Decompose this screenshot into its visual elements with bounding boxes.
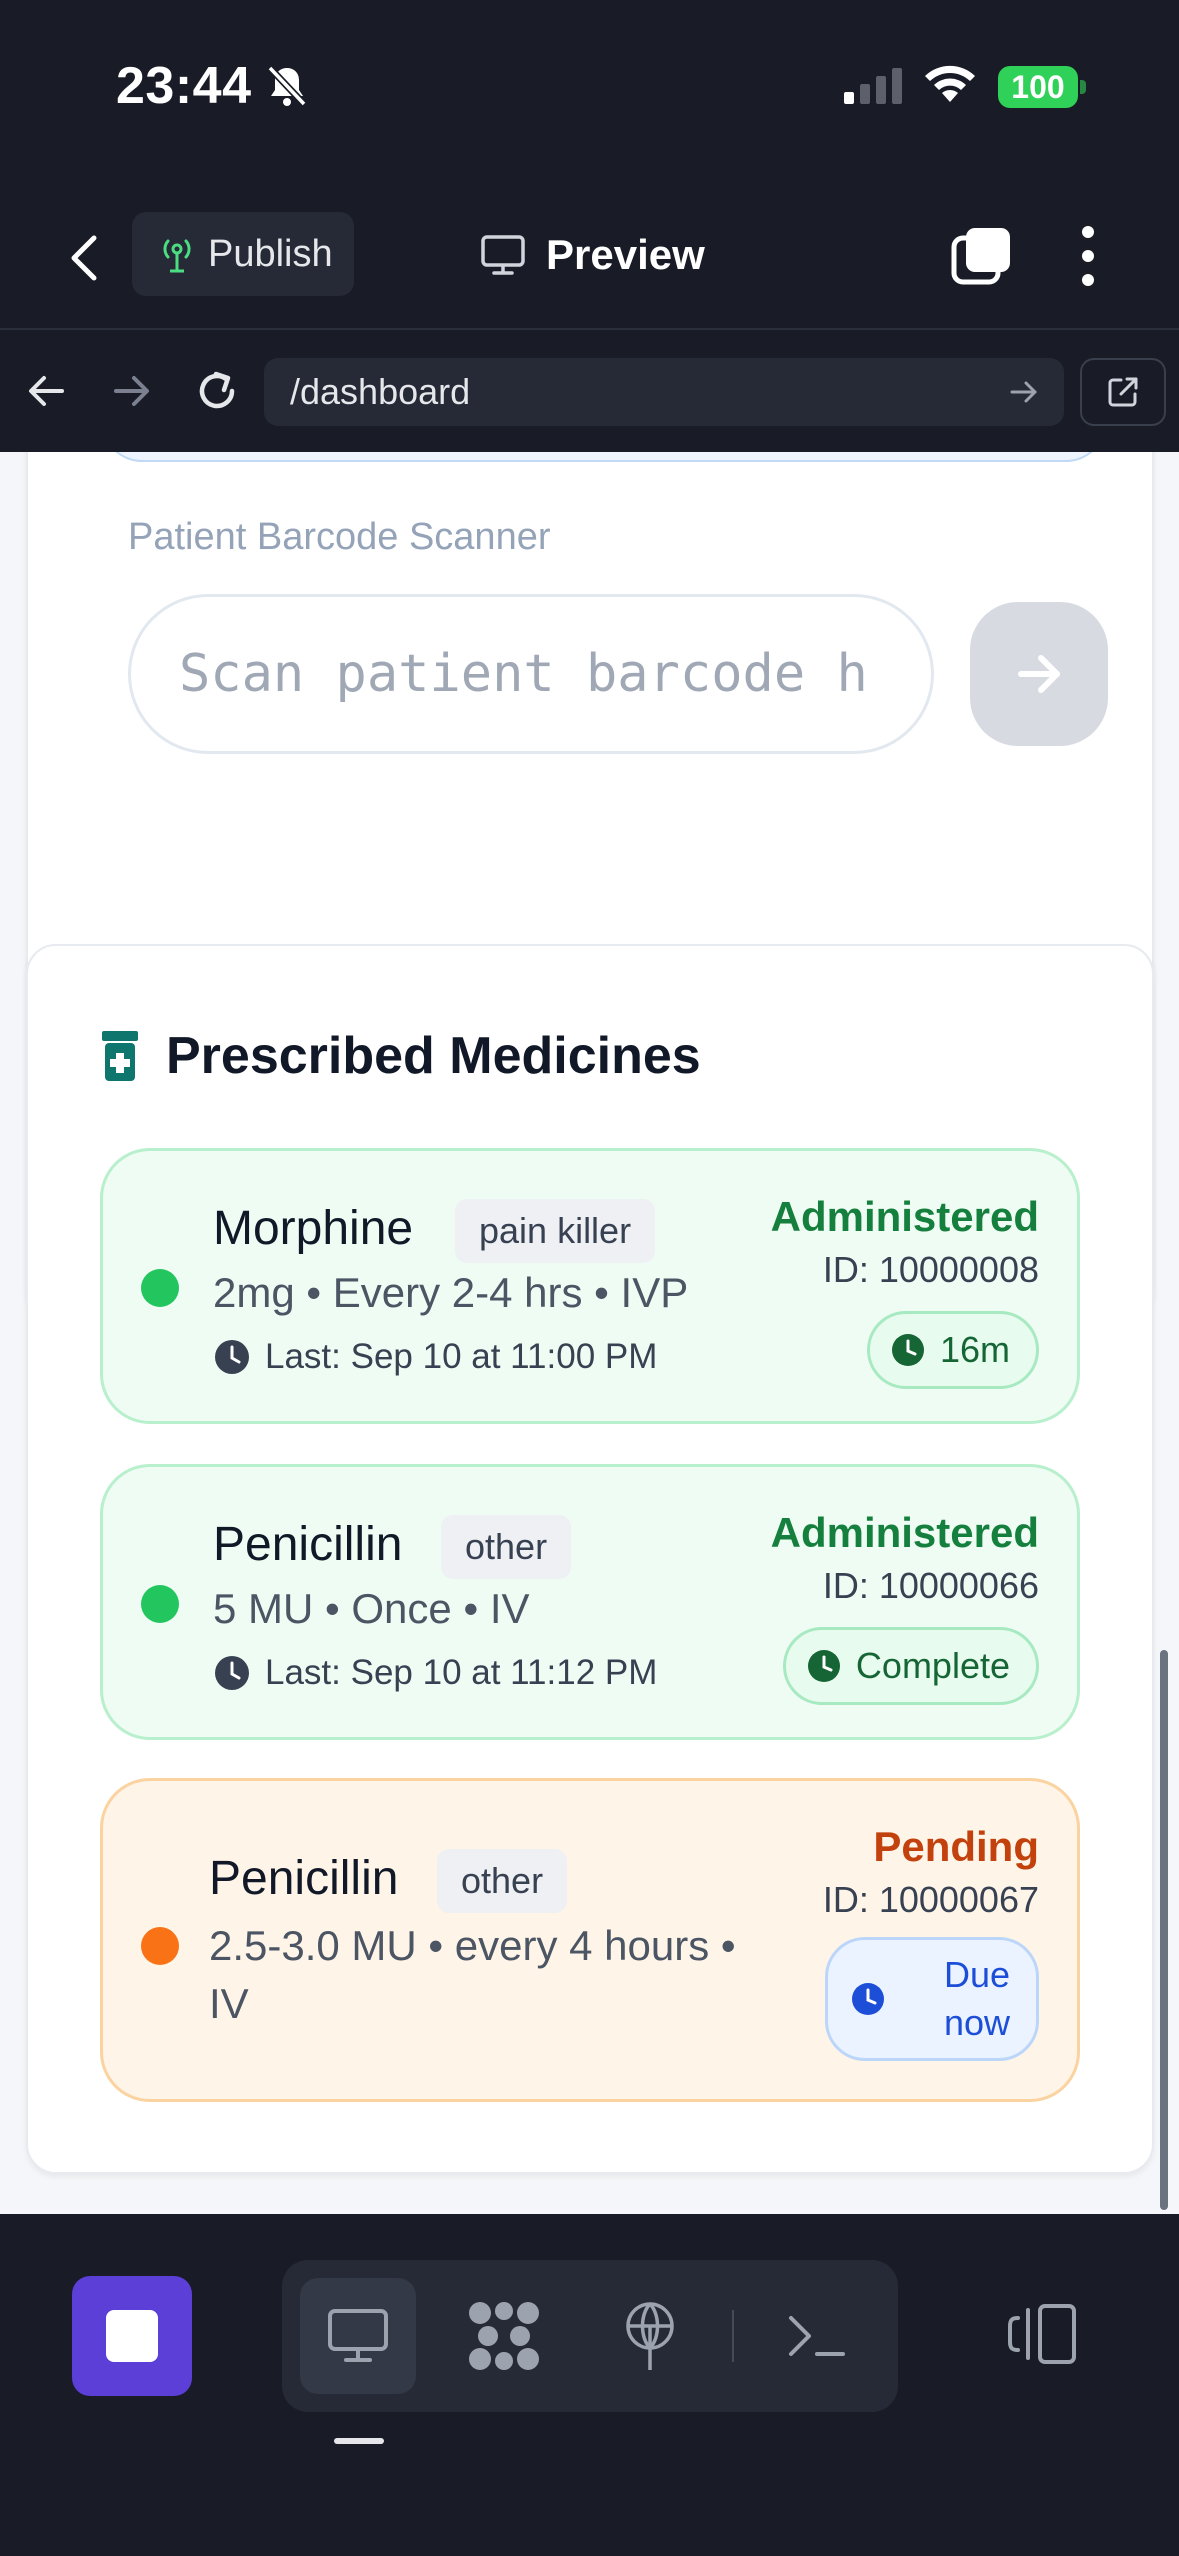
medicines-header: Prescribed Medicines <box>100 1026 701 1086</box>
medicine-status: Administered <box>770 1509 1039 1556</box>
active-tab-indicator <box>334 2438 384 2444</box>
stop-icon <box>106 2310 158 2362</box>
battery-level: 100 <box>1011 68 1065 105</box>
toolbar-divider <box>732 2310 734 2362</box>
battery-cap <box>1080 80 1086 94</box>
due-text: Due now <box>944 1951 1010 2047</box>
medicine-card[interactable]: Penicillin other 5 MU • Once • IV Last: … <box>100 1464 1080 1740</box>
medicine-dose: 2mg • Every 2-4 hrs • IVP <box>213 1269 689 1316</box>
open-external-button[interactable] <box>1080 358 1166 426</box>
last-administered-text: Last: Sep 10 at 11:12 PM <box>265 1653 658 1692</box>
publish-button[interactable]: Publish <box>132 212 354 296</box>
external-link-icon <box>1108 377 1138 407</box>
deploy-view-button[interactable] <box>592 2278 708 2394</box>
due-badge: Due now <box>824 1937 1039 2061</box>
last-administered-text: Last: Sep 10 at 11:00 PM <box>265 1337 658 1376</box>
clock-icon <box>851 1983 884 2015</box>
due-text-line: Due <box>943 1954 1010 1995</box>
tabs-icon[interactable] <box>950 224 1014 288</box>
view-switcher <box>282 2260 898 2412</box>
barcode-placeholder: Scan patient barcode h <box>179 644 868 704</box>
arrow-right-icon <box>1018 655 1060 693</box>
status-dot <box>141 1585 179 1623</box>
bottom-toolbar <box>0 2214 1179 2556</box>
cellular-signal-icon <box>844 68 902 104</box>
dashboard-content: Patient Barcode Scanner Scan patient bar… <box>0 452 1179 2214</box>
timer-text: 16m <box>939 1329 1010 1370</box>
publish-antenna-icon <box>163 239 191 273</box>
medicine-name: Penicillin <box>213 1518 403 1571</box>
publish-label: Publish <box>208 232 333 275</box>
preview-label: Preview <box>546 231 705 278</box>
status-dot <box>141 1269 179 1307</box>
medicine-status: Administered <box>770 1193 1039 1240</box>
medicine-dose: 2.5-3.0 MU • every 4 hours • IV <box>209 1917 736 2033</box>
timer-text: Complete <box>855 1645 1010 1686</box>
info-panel <box>102 452 1106 462</box>
console-view-button[interactable] <box>758 2278 874 2394</box>
clock-icon <box>891 1334 924 1366</box>
clock-icon <box>215 1656 249 1690</box>
scanner-label: Patient Barcode Scanner <box>128 516 551 558</box>
medicine-id: ID: 10000066 <box>822 1565 1039 1606</box>
medicine-category-tag: other <box>441 1515 572 1579</box>
last-administered: Last: Sep 10 at 11:00 PM <box>213 1337 657 1377</box>
prescribed-medicines-card: Prescribed Medicines Morphine pain kille… <box>26 944 1154 2174</box>
medicine-category-tag: other <box>437 1849 568 1913</box>
more-vertical-icon[interactable] <box>1078 224 1098 288</box>
preview-view-button[interactable] <box>300 2278 416 2394</box>
back-chevron-icon[interactable] <box>60 228 110 288</box>
due-text-line: now <box>943 2002 1010 2043</box>
arrow-right-icon[interactable] <box>110 370 152 412</box>
medicine-card[interactable]: Penicillin other 2.5-3.0 MU • every 4 ho… <box>100 1778 1080 2102</box>
medicine-id: ID: 10000067 <box>822 1879 1039 1920</box>
timer-badge: Complete <box>782 1627 1039 1705</box>
arrow-left-icon[interactable] <box>26 370 68 412</box>
preview-button[interactable]: Preview <box>480 220 705 290</box>
monitor-icon <box>328 2309 388 2362</box>
medicine-dose-line: IV <box>209 1980 249 2027</box>
pill-bottle-icon <box>102 1031 138 1081</box>
bell-slash-icon <box>267 65 307 107</box>
url-input[interactable]: /dashboard <box>264 358 1064 426</box>
antenna-icon <box>626 2302 674 2370</box>
layout-toggle-icon[interactable] <box>1006 2302 1080 2366</box>
canvas-view-button[interactable] <box>446 2278 562 2394</box>
timer-badge: 16m <box>866 1311 1039 1389</box>
scan-submit-button[interactable] <box>970 602 1108 746</box>
status-bar: 23:44 100 <box>0 0 1179 180</box>
go-arrow-icon[interactable] <box>1008 376 1040 408</box>
medicines-title: Prescribed Medicines <box>166 1027 701 1085</box>
page-scrollbar[interactable] <box>1160 1650 1168 2210</box>
terminal-icon <box>789 2316 845 2356</box>
status-time: 23:44 <box>116 57 252 115</box>
browser-nav-bar: /dashboard <box>0 330 1179 452</box>
modules-icon <box>469 2302 539 2370</box>
battery-indicator: 100 <box>998 66 1078 108</box>
url-text: /dashboard <box>290 371 471 412</box>
medicine-name: Penicillin <box>209 1852 399 1905</box>
last-administered: Last: Sep 10 at 11:12 PM <box>213 1653 657 1693</box>
app-toolbar: Publish Preview <box>0 180 1179 330</box>
medicine-dose: 5 MU • Once • IV <box>213 1585 530 1632</box>
barcode-input[interactable]: Scan patient barcode h <box>128 594 934 754</box>
medicine-id: ID: 10000008 <box>822 1249 1039 1290</box>
clock-icon <box>807 1650 840 1682</box>
medicine-category-tag: pain killer <box>455 1199 656 1263</box>
medicine-dose-line: 2.5-3.0 MU • every 4 hours • <box>209 1922 736 1969</box>
wifi-icon <box>925 65 975 102</box>
stop-button[interactable] <box>72 2276 192 2396</box>
monitor-icon <box>481 235 525 275</box>
medicine-status: Pending <box>873 1823 1039 1870</box>
medicine-card[interactable]: Morphine pain killer 2mg • Every 2-4 hrs… <box>100 1148 1080 1424</box>
reload-icon[interactable] <box>192 366 242 416</box>
medicine-name: Morphine <box>213 1202 414 1255</box>
clock-icon <box>215 1340 249 1374</box>
status-dot <box>141 1927 179 1965</box>
